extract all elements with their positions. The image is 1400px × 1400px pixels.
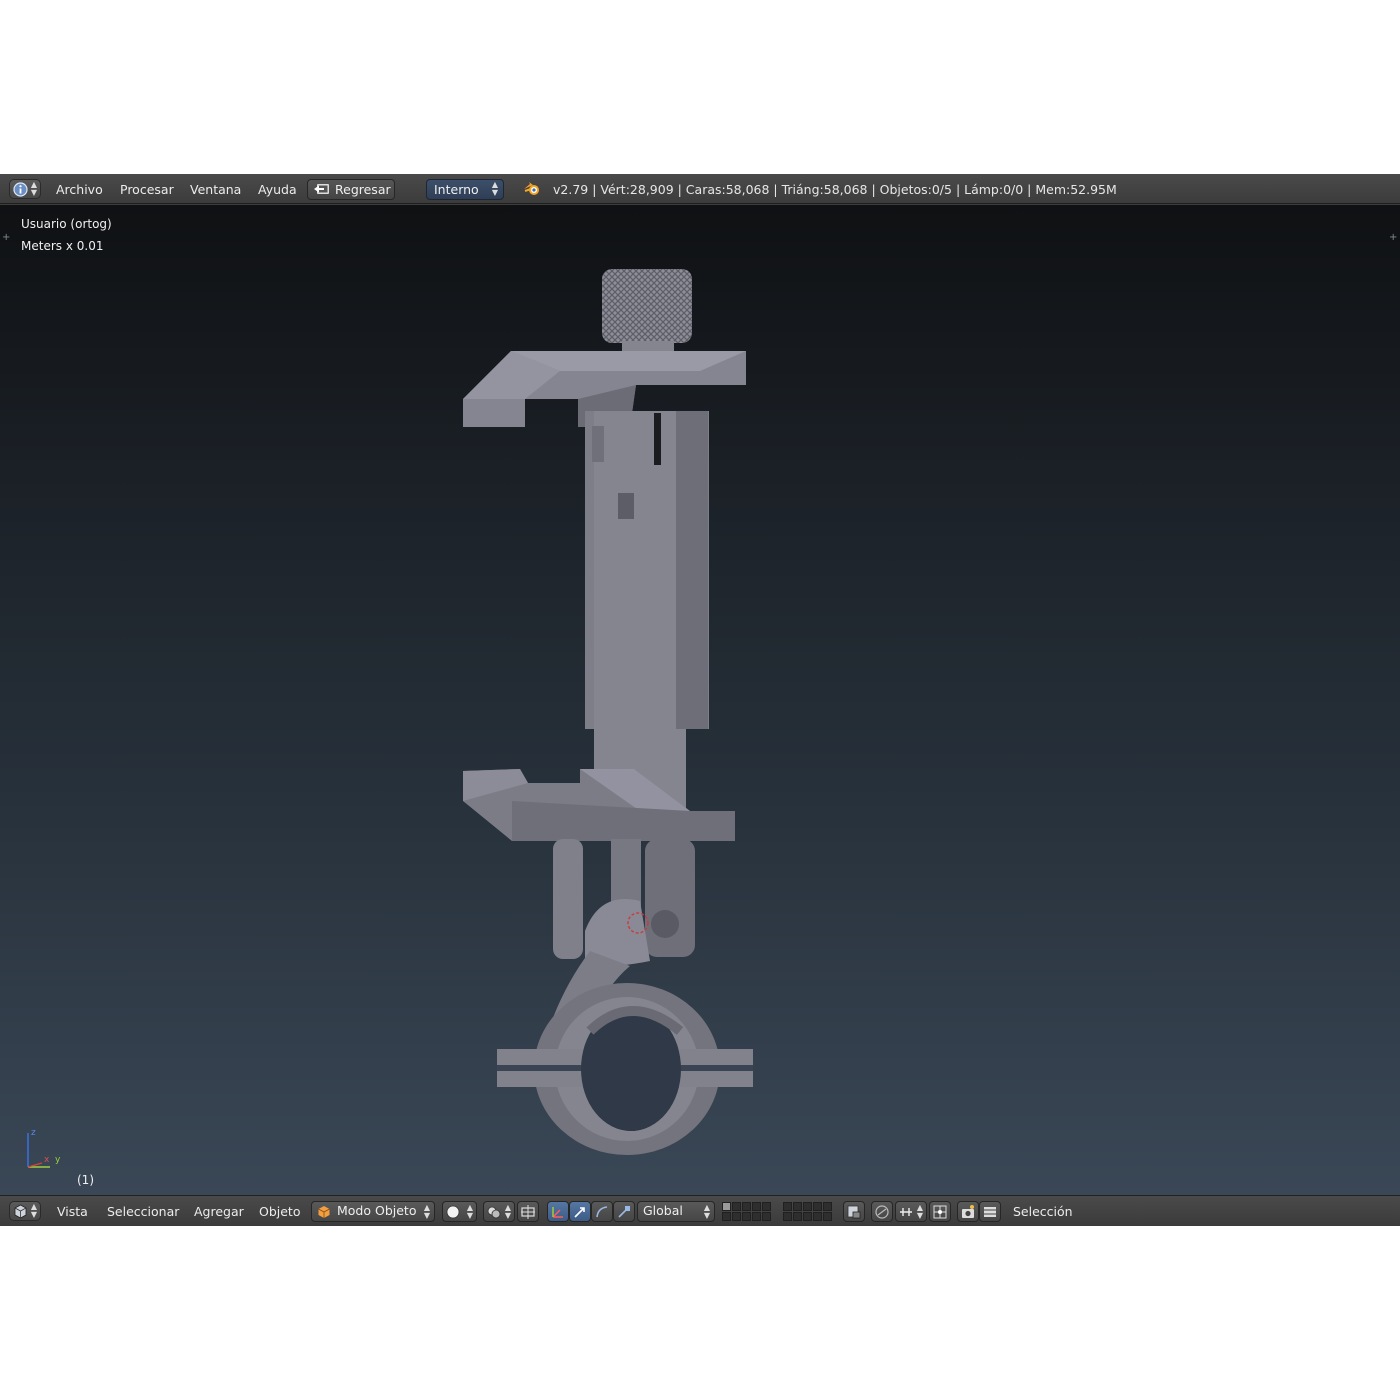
menu-ventana[interactable]: Ventana	[190, 182, 241, 197]
view3d-header: ▲ ▼ Vista Seleccionar Agregar Objeto Modo…	[0, 1195, 1400, 1226]
render-opengl-button[interactable]	[957, 1201, 979, 1222]
pivot-icon	[487, 1206, 501, 1219]
chevron-updown-icon: ▲ ▼	[466, 1203, 473, 1220]
main-body	[585, 411, 709, 811]
object-mode-cube-icon	[318, 1206, 330, 1218]
snap-target-icon	[933, 1205, 947, 1219]
handlebar-ring-clamp	[497, 951, 753, 1155]
center-points-icon	[521, 1205, 535, 1219]
chevron-updown-icon: ▲ ▼	[30, 180, 37, 197]
bottom-clamp-jaw	[463, 769, 735, 841]
render-engine-select[interactable]: Interno ▲ ▼	[426, 179, 504, 200]
pivot-center-toggle[interactable]	[517, 1201, 539, 1222]
axis-gizmo	[27, 1133, 50, 1168]
menu-objeto[interactable]: Objeto	[259, 1204, 301, 1219]
transform-orientation-value: Global	[643, 1203, 683, 1218]
menu-ayuda[interactable]: Ayuda	[258, 182, 297, 197]
interaction-mode-value: Modo Objeto	[337, 1203, 417, 1218]
render-animation-button[interactable]	[979, 1201, 1001, 1222]
chevron-updown-icon: ▲ ▼	[916, 1203, 923, 1220]
status-seleccion: Selección	[1013, 1204, 1073, 1219]
manipulator-icon	[552, 1207, 563, 1218]
manipulator-toggle[interactable]	[547, 1201, 569, 1222]
scene-stats: v2.79 | Vért:28,909 | Caras:58,068 | Tri…	[553, 182, 1117, 197]
translate-arrow-icon	[574, 1207, 585, 1218]
menu-seleccionar[interactable]: Seleccionar	[107, 1204, 179, 1219]
interaction-mode-select[interactable]: Modo Objeto ▲ ▼	[311, 1201, 435, 1222]
back-to-previous-button[interactable]: Regresar	[307, 179, 395, 200]
blender-logo-icon	[524, 182, 539, 195]
back-icon	[314, 184, 329, 194]
axis-y-label: y	[55, 1155, 61, 1165]
translate-manipulator-toggle[interactable]	[569, 1201, 591, 1222]
snap-icon	[900, 1208, 912, 1216]
transform-orientation-select[interactable]: Global ▲ ▼	[637, 1201, 715, 1222]
rotate-arc-icon	[596, 1206, 608, 1218]
chevron-updown-icon: ▲ ▼	[423, 1203, 430, 1220]
viewport-shading-icon	[446, 1205, 460, 1219]
frame-number: (1)	[77, 1173, 94, 1187]
menu-archivo[interactable]: Archivo	[56, 182, 103, 197]
blender-window: ▲ ▼ Archivo Procesar Ventana Ayuda Regres…	[0, 174, 1400, 1226]
pivot-point-select[interactable]: ▲ ▼	[483, 1201, 515, 1222]
view3d-editor-icon	[14, 1204, 27, 1219]
menu-procesar[interactable]: Procesar	[120, 182, 174, 197]
lock-camera-layers-toggle[interactable]	[843, 1201, 865, 1222]
layers-lock-icon	[847, 1205, 861, 1219]
menu-agregar[interactable]: Agregar	[194, 1204, 244, 1219]
axis-z-label: z	[31, 1128, 36, 1138]
snap-target-toggle[interactable]	[929, 1201, 951, 1222]
chevron-updown-icon: ▲ ▼	[491, 180, 498, 197]
layer-buttons-left[interactable]	[722, 1202, 771, 1221]
info-editor-icon	[13, 182, 28, 197]
render-icon	[962, 1205, 974, 1218]
knurled-knob	[602, 269, 692, 357]
proportional-edit-toggle[interactable]	[871, 1201, 893, 1222]
layer-buttons-right[interactable]	[783, 1202, 832, 1221]
snap-element-select[interactable]: ▲ ▼	[895, 1201, 927, 1222]
3d-viewport[interactable]: Usuario (ortog) Meters x 0.01 + + z x y …	[0, 205, 1400, 1195]
proportional-edit-icon	[875, 1205, 889, 1219]
info-header: ▲ ▼ Archivo Procesar Ventana Ayuda Regres…	[0, 174, 1400, 204]
phone-mount-model[interactable]	[0, 205, 1400, 1195]
hinge-link	[553, 839, 695, 966]
axis-x-label: x	[44, 1155, 50, 1165]
editor-type-selector[interactable]: ▲ ▼	[9, 179, 41, 199]
viewport-shading-select[interactable]: ▲ ▼	[442, 1201, 477, 1222]
menu-vista[interactable]: Vista	[57, 1204, 88, 1219]
editor-type-selector[interactable]: ▲ ▼	[9, 1201, 41, 1221]
rotate-manipulator-toggle[interactable]	[591, 1201, 613, 1222]
scale-manipulator-toggle[interactable]	[613, 1201, 635, 1222]
chevron-updown-icon: ▲ ▼	[30, 1202, 37, 1219]
chevron-updown-icon: ▲ ▼	[504, 1203, 511, 1220]
render-engine-value: Interno	[434, 182, 479, 197]
chevron-updown-icon: ▲ ▼	[703, 1203, 710, 1220]
scale-arrow-icon	[618, 1206, 630, 1218]
back-button-label: Regresar	[335, 182, 391, 197]
render-animation-icon	[984, 1207, 996, 1217]
